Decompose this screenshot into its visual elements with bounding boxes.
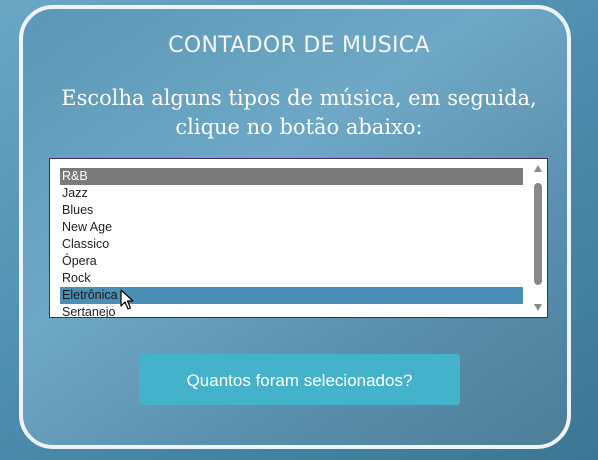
- option-new-age[interactable]: New Age: [60, 219, 523, 236]
- option-rnb[interactable]: R&B: [60, 168, 523, 185]
- page-title: CONTADOR DE MUSICA: [168, 33, 430, 58]
- option-opera[interactable]: Ópera: [60, 253, 523, 270]
- count-selected-button[interactable]: Quantos foram selecionados?: [139, 354, 460, 405]
- option-rock[interactable]: Rock: [60, 270, 523, 287]
- option-classico[interactable]: Classico: [60, 236, 523, 253]
- option-jazz[interactable]: Jazz: [60, 185, 523, 202]
- option-blues[interactable]: Blues: [60, 202, 523, 219]
- listbox-scrollbar[interactable]: [530, 159, 547, 317]
- scrollbar-thumb[interactable]: [534, 183, 542, 285]
- scroll-up-arrow-icon[interactable]: [534, 165, 542, 172]
- scroll-down-arrow-icon[interactable]: [534, 304, 542, 311]
- instructions-text: Escolha alguns tipos de música, em segui…: [61, 86, 537, 139]
- mouse-pointer-icon: [120, 289, 134, 310]
